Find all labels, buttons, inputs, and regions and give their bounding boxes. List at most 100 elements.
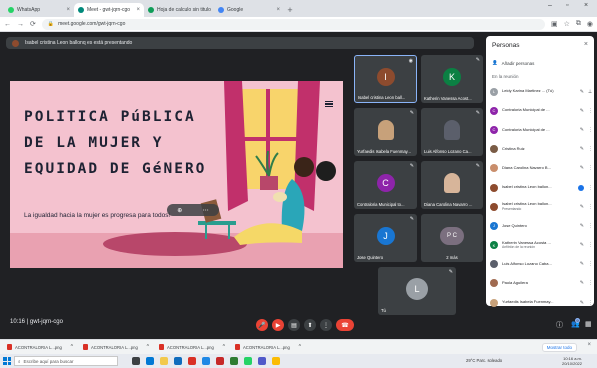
reload-icon[interactable]: ⟳	[30, 20, 36, 28]
participant-row[interactable]: J Jose Quintero ✎ ⋮	[490, 216, 593, 235]
system-clock[interactable]: 10:16 a.m. 20/10/2022	[556, 356, 582, 366]
maximize-icon[interactable]: ▫	[566, 2, 568, 9]
slide-controls[interactable]: ⊕ ⋯	[167, 204, 219, 216]
participant-tile[interactable]: J ✎ Jose Quintero	[354, 214, 417, 262]
taskbar-search[interactable]: ⌕ Escribe aquí para buscar	[14, 356, 118, 366]
zoom-icon[interactable]: ⊕	[177, 207, 182, 214]
whatsapp-icon[interactable]	[244, 357, 252, 365]
participant-row[interactable]: Paola Aguilera ✎ ⋮	[490, 274, 593, 293]
back-icon[interactable]: ←	[4, 21, 11, 28]
edge-icon[interactable]	[146, 357, 154, 365]
url-field[interactable]: 🔒 meet.google.com/gwt-jqrn-cgo	[41, 18, 545, 30]
more-options-icon[interactable]: ⋮	[588, 280, 593, 286]
present-button[interactable]: ⬆	[304, 319, 316, 331]
participant-avatar	[490, 260, 498, 269]
participant-row[interactable]: Isabel cristina Leon ballon... Presentand…	[490, 197, 593, 216]
task-view-icon[interactable]	[132, 357, 140, 365]
download-item[interactable]: ACONTRALORIA L...png ^	[156, 342, 228, 353]
tab-sheet[interactable]: Hoja de calculo sin titulo ×	[144, 3, 214, 17]
chrome-icon[interactable]	[188, 357, 196, 365]
minimize-icon[interactable]: –	[548, 2, 552, 9]
chevron-up-icon[interactable]: ^	[147, 344, 149, 350]
participant-row[interactable]: Luis Alfonso Lozano Caba... ✎ ⋮	[490, 255, 593, 274]
participant-row[interactable]: K Katherin Vanessa Acosta ... Anfitrión de…	[490, 236, 593, 255]
more-options-button[interactable]: ⋮	[320, 319, 332, 331]
panel-close-icon[interactable]: ×	[584, 41, 588, 48]
participant-tile[interactable]: I ◉ Isabel cristina Leon ball...	[354, 55, 417, 103]
mic-off-icon: ✎	[579, 146, 584, 153]
participant-row[interactable]: C Contraloria Municipal de ... ✎ ⋮	[490, 120, 593, 139]
mic-toggle-button[interactable]: 🎤	[256, 319, 268, 331]
more-options-icon[interactable]: ⋮	[588, 165, 593, 171]
participant-row[interactable]: Isabel cristina Leon ballon... ⋮	[490, 178, 593, 197]
more-options-icon[interactable]: ⋮	[588, 185, 593, 191]
tab-close-icon[interactable]: ×	[66, 7, 70, 13]
more-options-icon[interactable]: ⋮	[588, 108, 593, 114]
file-explorer-icon[interactable]	[160, 357, 168, 365]
participant-name: Paola Aguilera	[502, 281, 528, 286]
store-icon[interactable]	[174, 357, 182, 365]
more-options-icon[interactable]: ⋮	[588, 261, 593, 267]
slide-menu-icon[interactable]	[325, 101, 333, 107]
camera-toggle-button[interactable]: ▶	[272, 319, 284, 331]
show-all-button[interactable]: Mostrar todo	[541, 343, 577, 352]
more-options-icon[interactable]: ⋮	[588, 300, 593, 306]
presenter-avatar	[12, 39, 19, 47]
new-tab-button[interactable]: +	[284, 3, 296, 17]
downloads-close-icon[interactable]: ×	[587, 342, 591, 348]
more-options-icon[interactable]: ⋮	[588, 204, 593, 210]
more-options-icon[interactable]: ⋮	[588, 223, 593, 229]
more-icon[interactable]: ⋯	[203, 207, 209, 214]
more-options-icon[interactable]: ⋮	[588, 146, 593, 152]
participant-name: Isabel cristina Leon ballon...	[502, 185, 552, 190]
tab-whatsapp[interactable]: WhatsApp ×	[4, 3, 74, 17]
star-icon[interactable]: ☆	[564, 20, 570, 28]
participant-avatar	[490, 298, 498, 307]
add-people-button[interactable]: 👤 Añadir personas	[492, 60, 534, 66]
weather-widget[interactable]: 29°C Parc. soleado	[466, 358, 502, 363]
participant-row[interactable]: C Contraloria Municipal de ... ✎ ⋮	[490, 101, 593, 120]
download-item[interactable]: ACONTRALORIA L...png ^	[232, 342, 304, 353]
self-tile[interactable]: L ✎ Tú	[378, 267, 456, 315]
participant-row[interactable]: L Leidy Karina Martinez ... (Tú) ✎ ⟂	[490, 82, 592, 101]
participant-tile[interactable]: ✎ Luis Alfonso Lozano Ca...	[421, 108, 483, 156]
tab-close-icon[interactable]: ×	[276, 7, 280, 13]
more-options-icon[interactable]: ⋮	[588, 242, 593, 248]
excel-icon[interactable]	[230, 357, 238, 365]
captions-button[interactable]: ▤	[288, 319, 300, 331]
participant-name-block: Isabel cristina Leon ballon... Presentand…	[502, 202, 576, 211]
participant-tile[interactable]: C ✎ Contraloria Municipal to...	[354, 161, 417, 209]
participant-tile[interactable]: K ✎ Katherin Vanessa Acost...	[421, 55, 483, 103]
window-close-icon[interactable]: ×	[584, 2, 588, 9]
chevron-up-icon[interactable]: ^	[299, 344, 301, 350]
download-item[interactable]: ACONTRALORIA L...png ^	[4, 342, 76, 353]
chrome-window-icon[interactable]	[272, 357, 280, 365]
chat-icon[interactable]: ▦	[585, 320, 592, 328]
tab-close-icon[interactable]: ×	[136, 7, 140, 13]
forward-icon[interactable]: →	[17, 21, 24, 28]
tab-meet[interactable]: Meet - gwt-jqrn-cgo ×	[74, 3, 144, 17]
participant-row[interactable]: Cristina Ruiz ✎ ⋮	[490, 140, 593, 159]
participant-row[interactable]: Diana Carolina Navarro B... ✎ ⋮	[490, 159, 593, 178]
tab-google[interactable]: Google ×	[214, 3, 284, 17]
leave-call-button[interactable]: ☎	[336, 319, 354, 331]
participant-role: Presentando	[502, 206, 522, 211]
more-participants-tile[interactable]: P C 2 más	[421, 214, 483, 262]
chevron-up-icon[interactable]: ^	[223, 344, 225, 350]
mic-off-icon: ✎	[579, 222, 584, 229]
camera-icon[interactable]: ▣	[551, 20, 558, 28]
info-icon[interactable]: ⓘ	[556, 320, 563, 330]
acrobat-icon[interactable]	[216, 357, 224, 365]
more-options-icon[interactable]: ⋮	[588, 127, 593, 133]
chevron-up-icon[interactable]: ^	[71, 344, 73, 350]
participant-tile[interactable]: ✎ Yurfaedis Isabela Fuenmay...	[354, 108, 417, 156]
teams-icon[interactable]	[258, 357, 266, 365]
download-item[interactable]: ACONTRALORIA L...png ^	[80, 342, 152, 353]
participant-tile[interactable]: ✎ Diana Carolina Navarro ...	[421, 161, 483, 209]
windows-start-icon[interactable]	[3, 357, 11, 365]
extensions-icon[interactable]: ⧉	[576, 20, 581, 28]
participant-name: Contraloria Municipal to...	[357, 202, 405, 207]
word-icon[interactable]	[202, 357, 210, 365]
profile-icon[interactable]: ◉	[587, 20, 593, 28]
pin-icon[interactable]: ⟂	[588, 89, 592, 95]
